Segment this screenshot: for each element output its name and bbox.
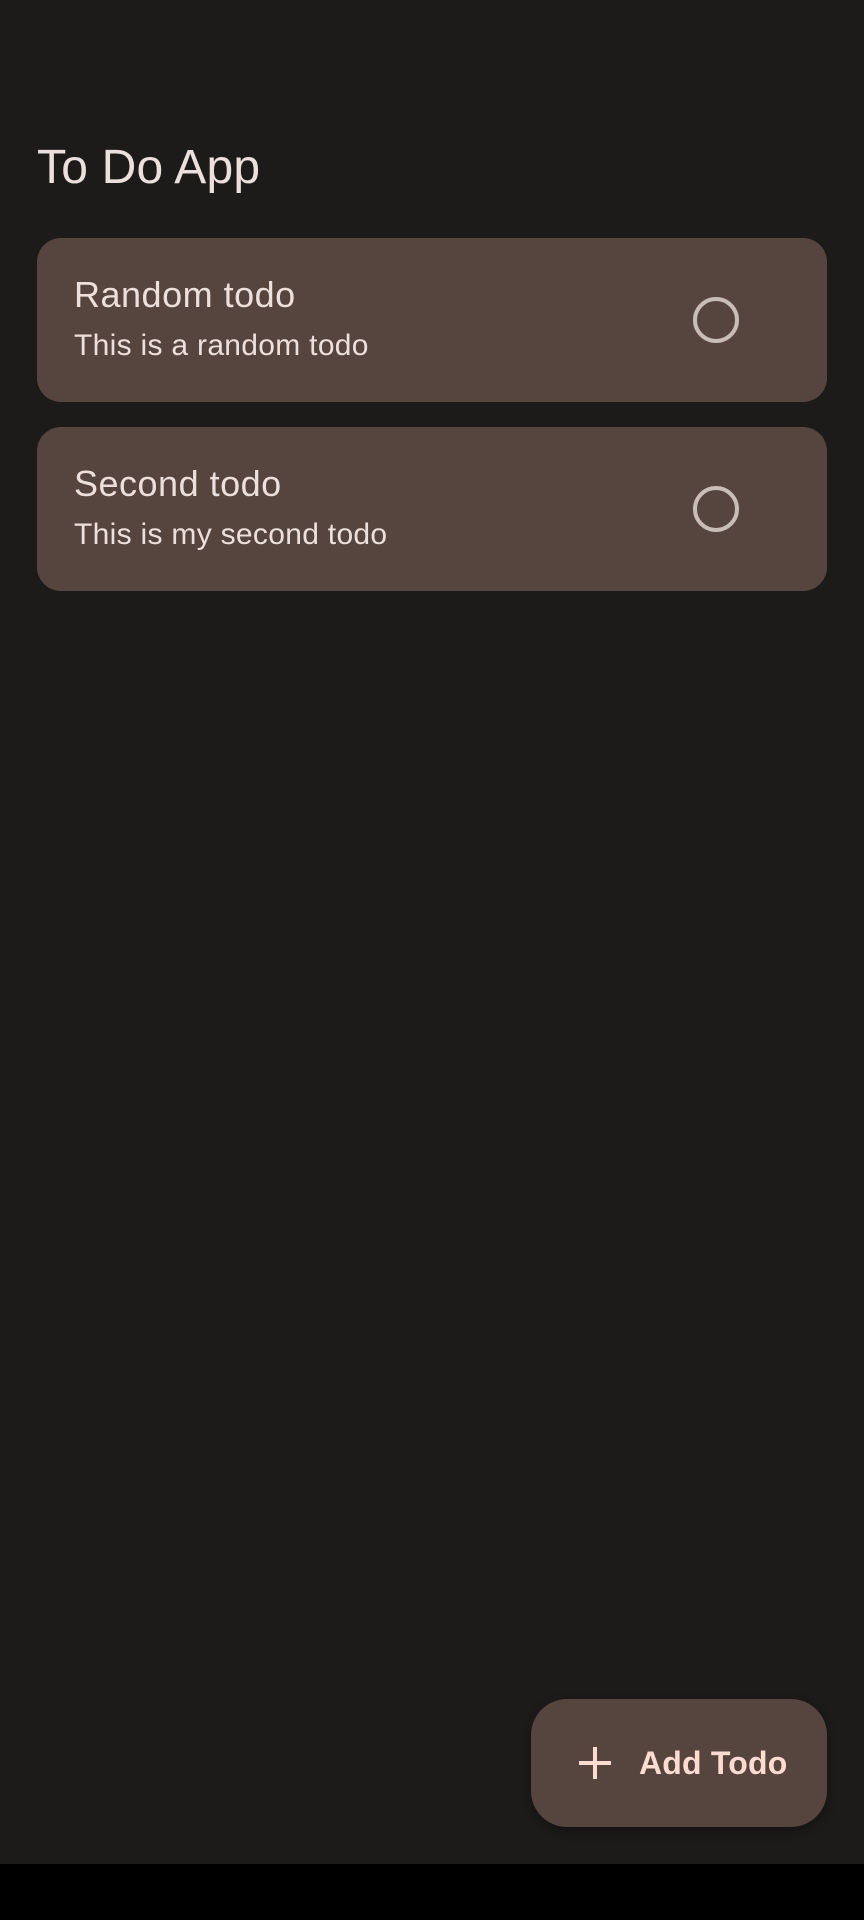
add-todo-button[interactable]: Add Todo — [531, 1699, 827, 1827]
system-navigation-bar — [0, 1864, 864, 1920]
plus-icon — [577, 1745, 613, 1781]
todo-item[interactable]: Random todo This is a random todo — [37, 238, 827, 402]
todo-list: Random todo This is a random todo Second… — [37, 238, 827, 616]
todo-complete-checkbox[interactable] — [693, 486, 739, 532]
todo-description: This is my second todo — [74, 518, 388, 551]
todo-title: Second todo — [74, 463, 282, 504]
todo-description: This is a random todo — [74, 329, 369, 362]
add-todo-label: Add Todo — [639, 1744, 788, 1781]
todo-complete-checkbox[interactable] — [693, 297, 739, 343]
todo-item[interactable]: Second todo This is my second todo — [37, 427, 827, 591]
app-screen: To Do App Random todo This is a random t… — [0, 0, 864, 1920]
page-title: To Do App — [37, 141, 261, 194]
todo-title: Random todo — [74, 274, 296, 315]
